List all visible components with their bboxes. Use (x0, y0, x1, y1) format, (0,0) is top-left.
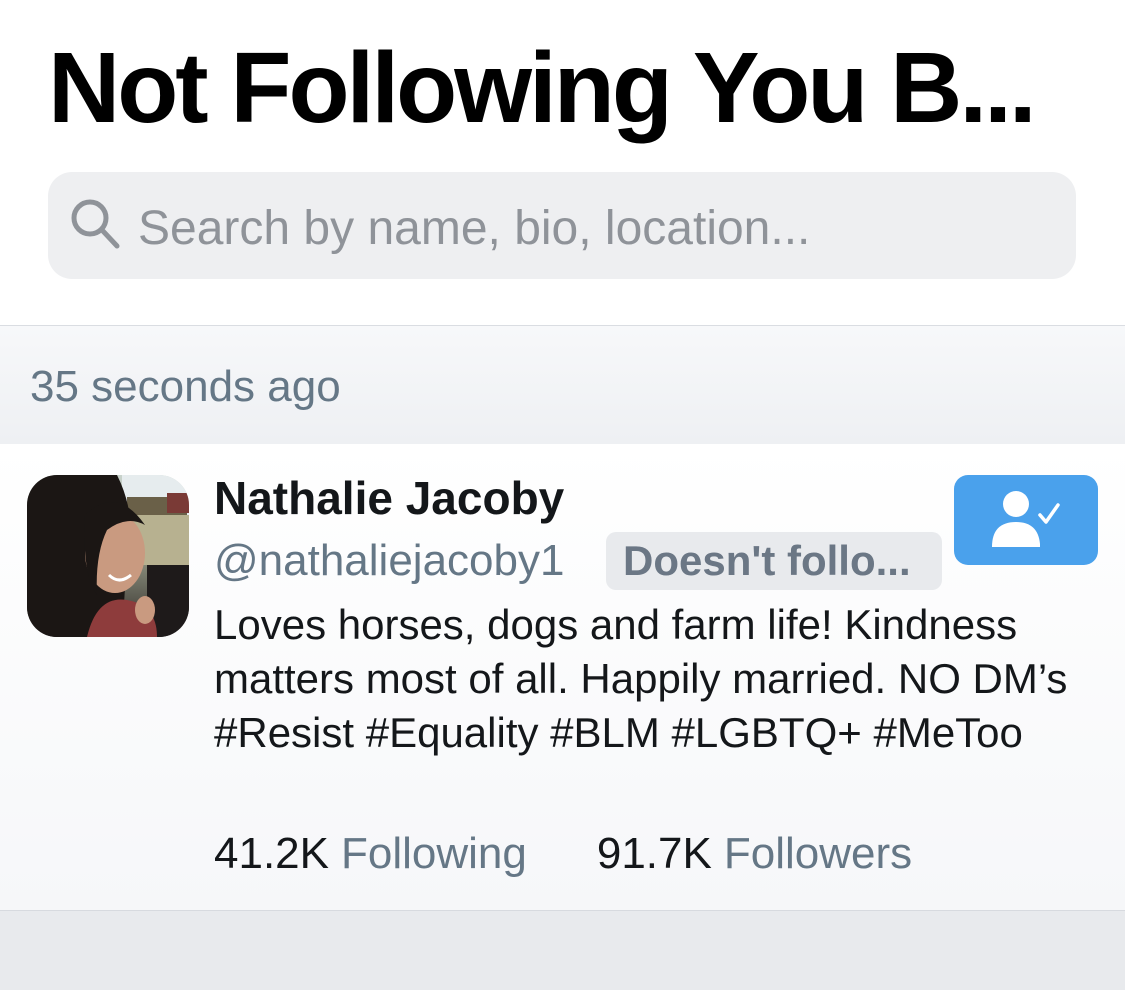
user-bio: Loves horses, dogs and farm life! Kindne… (214, 601, 1068, 756)
following-stat[interactable]: 41.2K Following (214, 826, 527, 882)
list-footer (0, 911, 1125, 990)
user-check-icon (992, 491, 1060, 547)
section-timestamp: 35 seconds ago (30, 362, 341, 411)
following-count: 41.2K (214, 829, 329, 878)
following-label: Following (340, 829, 527, 878)
search-icon (71, 199, 120, 249)
user-handle[interactable]: @nathaliejacoby1 (214, 533, 564, 589)
header: Not Following You B... (0, 0, 1125, 325)
follow-button[interactable] (954, 475, 1098, 565)
search-input[interactable] (138, 200, 1038, 256)
followers-stat[interactable]: 91.7K Followers (597, 826, 912, 882)
followers-count: 91.7K (596, 829, 712, 878)
user-name[interactable]: Nathalie Jacoby (214, 470, 564, 526)
followers-label: Followers (723, 829, 913, 878)
follow-status-badge: Doesn't follo... (606, 532, 942, 590)
page-title: Not Following You B... (48, 32, 1037, 144)
avatar[interactable] (27, 475, 189, 637)
user-stats: 41.2K Following 91.7K Followers (214, 826, 912, 882)
